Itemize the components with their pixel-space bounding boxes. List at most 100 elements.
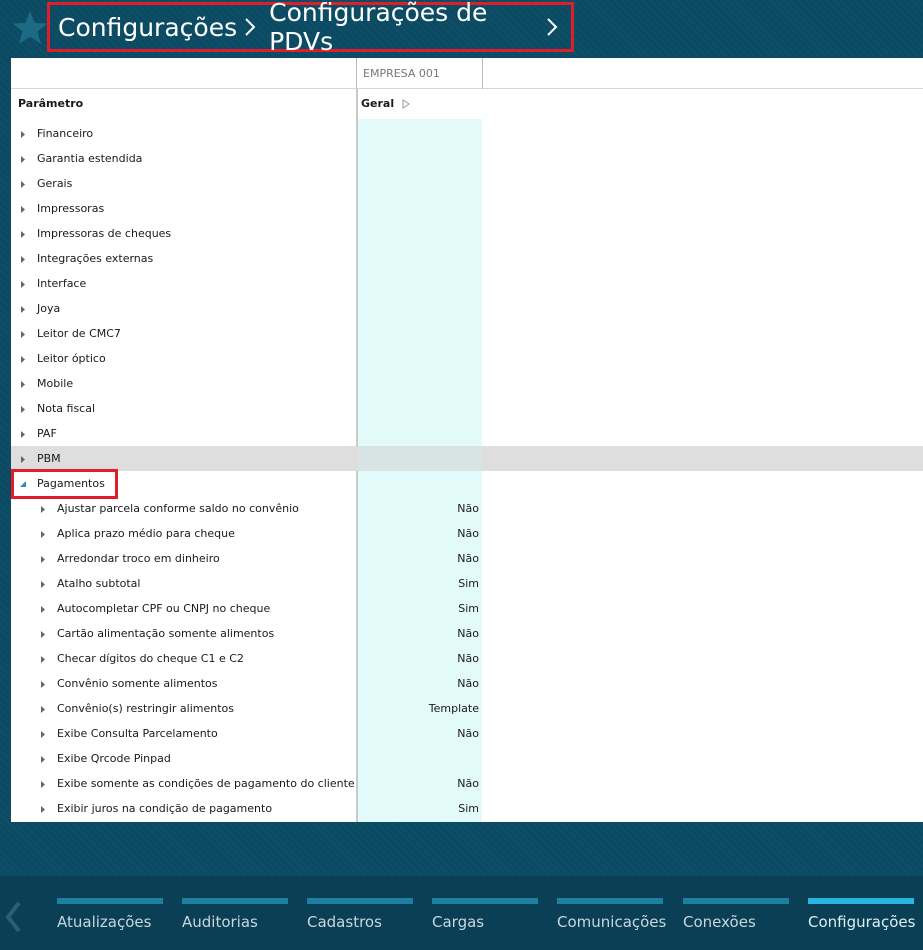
- row-label: PBM: [37, 452, 61, 465]
- expand-arrow-icon[interactable]: [39, 654, 47, 663]
- tree-row[interactable]: Impressoras de cheques: [11, 221, 923, 246]
- tree-row[interactable]: Arredondar troco em dinheiro Não: [11, 546, 923, 571]
- expand-arrow-icon[interactable]: [19, 129, 27, 138]
- nav-bar: [307, 898, 413, 904]
- tree-row[interactable]: PAF: [11, 421, 923, 446]
- nav-item-cadastros[interactable]: Cadastros: [307, 898, 413, 948]
- tree-row[interactable]: Ajustar parcela conforme saldo no convên…: [11, 496, 923, 521]
- nav-item-atualizacoes[interactable]: Atualizações: [57, 898, 163, 948]
- row-value[interactable]: Não: [358, 652, 479, 665]
- row-label: Atalho subtotal: [57, 577, 141, 590]
- expand-arrow-icon[interactable]: [19, 429, 27, 438]
- expand-arrow-icon[interactable]: [39, 779, 47, 788]
- tree-row[interactable]: Joya: [11, 296, 923, 321]
- expand-arrow-icon[interactable]: [39, 529, 47, 538]
- row-label: Ajustar parcela conforme saldo no convên…: [57, 502, 299, 515]
- tree-row-pagamentos[interactable]: Pagamentos: [11, 469, 923, 499]
- nav-item-auditorias[interactable]: Auditorias: [182, 898, 288, 948]
- geral-header[interactable]: Geral: [361, 97, 411, 110]
- tree-row[interactable]: Leitor de CMC7: [11, 321, 923, 346]
- expand-arrow-icon[interactable]: [19, 454, 27, 463]
- expand-arrow-icon[interactable]: [39, 754, 47, 763]
- parameter-grid: EMPRESA 001 Parâmetro Geral Financeiro Ga…: [11, 58, 923, 822]
- row-label: Convênio(s) restringir alimentos: [57, 702, 235, 715]
- expand-arrow-icon[interactable]: [19, 329, 27, 338]
- tree-row[interactable]: Autocompletar CPF ou CNPJ no cheque Sim: [11, 596, 923, 621]
- row-value[interactable]: Não: [358, 527, 479, 540]
- nav-item-cargas[interactable]: Cargas: [432, 898, 538, 948]
- tree-row[interactable]: Checar dígitos do cheque C1 e C2 Não: [11, 646, 923, 671]
- expand-arrow-icon[interactable]: [19, 279, 27, 288]
- row-label: Autocompletar CPF ou CNPJ no cheque: [57, 602, 271, 615]
- tree-row[interactable]: Convênio somente alimentos Não: [11, 671, 923, 696]
- row-value[interactable]: Sim: [358, 802, 479, 815]
- expand-arrow-icon[interactable]: [19, 304, 27, 313]
- row-value[interactable]: Não: [358, 502, 479, 515]
- nav-item-configuracoes[interactable]: Configurações: [808, 898, 915, 948]
- tree-row[interactable]: Mobile: [11, 371, 923, 396]
- tree-row[interactable]: Atalho subtotal Sim: [11, 571, 923, 596]
- row-value[interactable]: Não: [358, 727, 479, 740]
- chevron-right-icon: [243, 16, 257, 38]
- nav-bar: [683, 898, 789, 904]
- expand-arrow-icon[interactable]: [19, 354, 27, 363]
- row-value[interactable]: Não: [358, 552, 479, 565]
- star-icon[interactable]: [10, 8, 50, 48]
- row-value[interactable]: Sim: [358, 602, 479, 615]
- nav-bar: [182, 898, 288, 904]
- tree-row[interactable]: Financeiro: [11, 121, 923, 146]
- row-label: Gerais: [37, 177, 73, 190]
- tree-row[interactable]: Cartão alimentação somente alimentos Não: [11, 621, 923, 646]
- expand-arrow-icon[interactable]: [19, 204, 27, 213]
- tree-row[interactable]: Nota fiscal: [11, 396, 923, 421]
- breadcrumb-item-configuracoes[interactable]: Configurações: [58, 13, 237, 42]
- expand-arrow-icon[interactable]: [19, 154, 27, 163]
- tree-row[interactable]: PBM: [11, 446, 923, 471]
- tree-row[interactable]: Exibir juros na condição de pagamento Sim: [11, 796, 923, 821]
- tree-row[interactable]: Integrações externas: [11, 246, 923, 271]
- expand-arrow-icon[interactable]: [39, 604, 47, 613]
- expand-arrow-icon[interactable]: [39, 679, 47, 688]
- expand-arrow-icon[interactable]: [39, 629, 47, 638]
- row-value[interactable]: Template: [358, 702, 479, 715]
- tree-row[interactable]: Exibe somente as condições de pagamento …: [11, 771, 923, 796]
- expand-arrow-icon[interactable]: [39, 729, 47, 738]
- triangle-right-icon[interactable]: [402, 98, 411, 109]
- tree-row[interactable]: Impressoras: [11, 196, 923, 221]
- expand-arrow-icon[interactable]: [19, 254, 27, 263]
- tree-row[interactable]: Gerais: [11, 171, 923, 196]
- parameter-rows: Financeiro Garantia estendida Gerais Impres…: [11, 121, 923, 821]
- row-value[interactable]: Não: [358, 777, 479, 790]
- expand-arrow-icon[interactable]: [19, 379, 27, 388]
- tree-row[interactable]: Leitor óptico: [11, 346, 923, 371]
- row-value[interactable]: Não: [358, 677, 479, 690]
- nav-label: Cargas: [432, 913, 485, 931]
- expand-arrow-icon[interactable]: [39, 804, 47, 813]
- header: Configurações Configurações de PDVs: [0, 0, 923, 58]
- tree-row[interactable]: Garantia estendida: [11, 146, 923, 171]
- chevron-left-icon[interactable]: [4, 900, 22, 934]
- row-value[interactable]: Sim: [358, 577, 479, 590]
- row-label: Interface: [37, 277, 87, 290]
- row-label: Impressoras: [37, 202, 105, 215]
- expand-arrow-icon[interactable]: [19, 179, 27, 188]
- tree-row[interactable]: Exibe Qrcode Pinpad: [11, 746, 923, 771]
- row-value[interactable]: Não: [358, 627, 479, 640]
- tree-row[interactable]: Convênio(s) restringir alimentos Template: [11, 696, 923, 721]
- tree-row[interactable]: Aplica prazo médio para cheque Não: [11, 521, 923, 546]
- row-label: Leitor óptico: [37, 352, 106, 365]
- chevron-right-icon[interactable]: [545, 16, 559, 38]
- expand-arrow-icon[interactable]: [39, 579, 47, 588]
- expand-arrow-icon[interactable]: [39, 704, 47, 713]
- tree-row[interactable]: Interface: [11, 271, 923, 296]
- expand-arrow-icon[interactable]: [19, 229, 27, 238]
- expand-arrow-icon[interactable]: [19, 404, 27, 413]
- collapse-arrow-icon[interactable]: [19, 479, 27, 488]
- nav-item-comunicacoes[interactable]: Comunicações: [557, 898, 666, 948]
- nav-item-conexoes[interactable]: Conexões: [683, 898, 789, 948]
- tree-row[interactable]: Exibe Consulta Parcelamento Não: [11, 721, 923, 746]
- expand-arrow-icon[interactable]: [39, 554, 47, 563]
- nav-bar: [432, 898, 538, 904]
- company-column-header[interactable]: EMPRESA 001: [356, 58, 483, 89]
- expand-arrow-icon[interactable]: [39, 504, 47, 513]
